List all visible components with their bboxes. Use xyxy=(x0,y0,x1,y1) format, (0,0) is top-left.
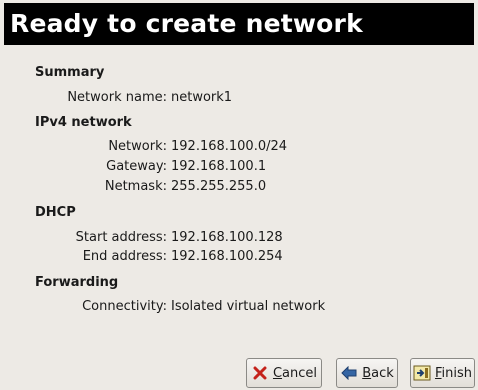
end-address-row: End address: 192.168.100.254 xyxy=(0,248,478,266)
network-name-label: Network name: xyxy=(67,90,167,105)
connectivity-label: Connectivity: xyxy=(82,299,167,314)
network-name-row: Network name: network1 xyxy=(0,89,478,107)
network-row: Network: 192.168.100.0/24 xyxy=(0,138,478,156)
gateway-value: 192.168.100.1 xyxy=(171,159,267,174)
cancel-icon xyxy=(251,365,269,381)
back-button[interactable]: Back xyxy=(336,358,398,388)
end-address-value: 192.168.100.254 xyxy=(171,249,283,264)
start-address-row: Start address: 192.168.100.128 xyxy=(0,229,478,247)
gateway-row: Gateway: 192.168.100.1 xyxy=(0,158,478,176)
network-name-value: network1 xyxy=(171,90,233,105)
gateway-label: Gateway: xyxy=(106,159,167,174)
dhcp-heading: DHCP xyxy=(35,205,76,220)
netmask-label: Netmask: xyxy=(104,179,167,194)
network-value: 192.168.100.0/24 xyxy=(171,139,288,154)
finish-icon xyxy=(413,365,431,381)
finish-button-label: Finish xyxy=(434,365,473,381)
start-address-value: 192.168.100.128 xyxy=(171,230,283,245)
forwarding-heading: Forwarding xyxy=(35,275,119,290)
connectivity-value: Isolated virtual network xyxy=(171,299,326,314)
end-address-label: End address: xyxy=(82,249,167,264)
start-address-label: Start address: xyxy=(75,230,167,245)
network-label: Network: xyxy=(108,139,167,154)
cancel-button[interactable]: Cancel xyxy=(246,358,322,388)
back-button-label: Back xyxy=(362,365,394,381)
connectivity-row: Connectivity: Isolated virtual network xyxy=(0,298,478,316)
netmask-value: 255.255.255.0 xyxy=(171,179,267,194)
page-title: Ready to create network xyxy=(4,3,474,45)
back-arrow-icon xyxy=(340,365,358,381)
summary-heading: Summary xyxy=(35,65,105,80)
finish-button[interactable]: Finish xyxy=(410,358,475,388)
ipv4-heading: IPv4 network xyxy=(35,115,132,130)
cancel-button-label: Cancel xyxy=(272,365,318,381)
netmask-row: Netmask: 255.255.255.0 xyxy=(0,178,478,196)
